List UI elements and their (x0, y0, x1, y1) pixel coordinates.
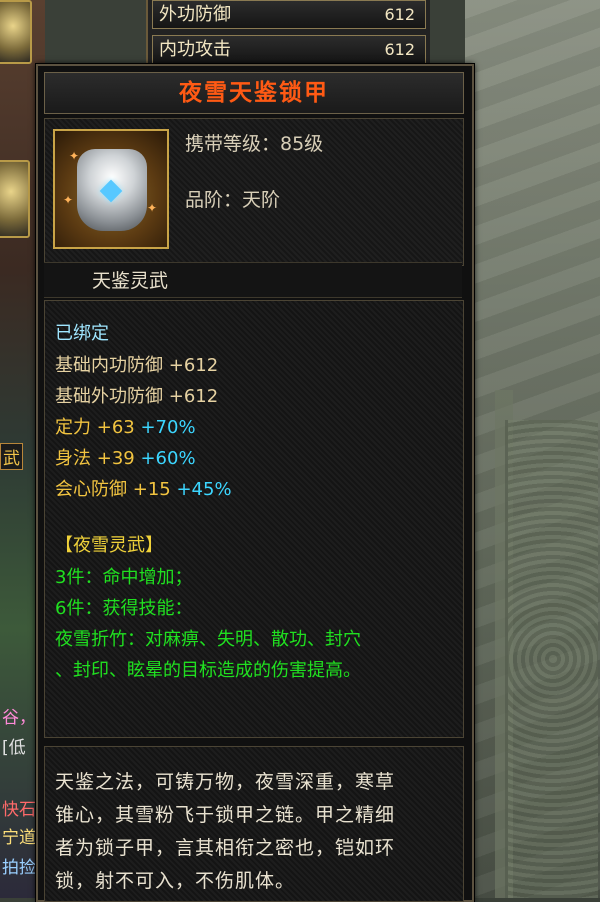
attribute-bonus: +70% (140, 417, 196, 438)
item-attributes: 已绑定 基础内功防御 +612 基础外功防御 +612 定力 +63 +70% … (44, 300, 464, 738)
item-skin-label: 天鉴灵武 (44, 262, 462, 298)
attribute-line: 会心防御 +15 +45% (55, 475, 232, 501)
item-title-bar: 夜雪天鉴锁甲 (44, 72, 464, 114)
background-text-fragment: 宁道 (2, 828, 36, 848)
base-stat-line: 基础内功防御 +612 (55, 351, 218, 377)
bound-status: 已绑定 (55, 323, 109, 344)
stat-row-internal-attack: 内功攻击 612 (152, 35, 426, 64)
armor-icon[interactable]: ✦ ✦ ✦ (53, 129, 169, 249)
attribute-name: 定力 (55, 417, 91, 438)
base-stat-name: 基础内功防御 (55, 355, 163, 376)
item-name: 夜雪天鉴锁甲 (179, 80, 329, 106)
set-bonus-line: 夜雪折竹：对麻痹、失明、散功、封穴 (55, 629, 361, 650)
base-stat-line: 基础外功防御 +612 (55, 382, 218, 408)
description-line: 者为锁子甲，言其相衔之密也，铠如环 (55, 837, 396, 859)
background-text-fragment: 快石 (2, 800, 36, 820)
sparkle-icon: ✦ (63, 193, 74, 207)
stone-carving (505, 420, 598, 898)
item-tooltip: 夜雪天鉴锁甲 ✦ ✦ ✦ 携带等级：85级 品阶：天阶 天鉴灵武 已绑定 基础内… (36, 64, 474, 902)
attribute-name: 身法 (55, 448, 91, 469)
set-name: 【夜雪灵武】 (55, 535, 163, 556)
attribute-bonus: +60% (140, 448, 196, 469)
attribute-value: +63 (96, 417, 135, 438)
attribute-value: +39 (96, 448, 135, 469)
attribute-bonus: +45% (176, 479, 232, 500)
stat-row-external-defense: 外功防御 612 (152, 0, 426, 29)
background-text-fragment: [低 (2, 738, 26, 758)
attribute-value: +15 (132, 479, 171, 500)
item-level: 携带等级：85级 (185, 133, 324, 155)
set-bonus-line: 、封印、眩晕的目标造成的伤害提高。 (55, 660, 361, 681)
sparkle-icon: ✦ (147, 201, 158, 215)
description-line: 锥心，其雪粉飞于锁甲之链。甲之精细 (55, 804, 396, 826)
stat-value: 612 (384, 5, 415, 24)
sparkle-icon: ✦ (69, 149, 80, 163)
stat-name: 外功防御 (159, 4, 231, 25)
set-bonus-line: 6件：获得技能： (55, 598, 193, 619)
background-text-fragment: 武 (0, 443, 23, 470)
item-header: ✦ ✦ ✦ 携带等级：85级 品阶：天阶 (44, 118, 464, 266)
inventory-slot-icon[interactable] (0, 160, 30, 238)
background-text-fragment: 拍捡 (2, 858, 36, 878)
stat-value: 612 (384, 40, 415, 59)
attribute-name: 会心防御 (55, 479, 127, 500)
base-stat-name: 基础外功防御 (55, 386, 163, 407)
description-line: 锁，射不可入，不伤肌体。 (55, 870, 296, 892)
skin-name: 天鉴灵武 (92, 270, 169, 292)
background-text-fragment: 谷， (2, 708, 36, 728)
character-stat-panel: 外功防御 612 内功攻击 612 (146, 0, 430, 66)
description-line: 天鉴之法，可铸万物，夜雪深重，寒草 (55, 771, 396, 793)
base-stat-value: +612 (168, 386, 219, 407)
item-grade: 品阶：天阶 (185, 189, 281, 211)
background-stone-floor (465, 0, 600, 898)
base-stat-value: +612 (168, 355, 219, 376)
attribute-line: 定力 +63 +70% (55, 413, 196, 439)
stat-name: 内功攻击 (159, 39, 231, 60)
item-description: 天鉴之法，可铸万物，夜雪深重，寒草 锥心，其雪粉飞于锁甲之链。甲之精细 者为锁子… (44, 746, 464, 902)
set-bonus-line: 3件：命中增加； (55, 567, 193, 588)
inventory-slot-icon[interactable] (0, 0, 32, 64)
attribute-line: 身法 +39 +60% (55, 444, 196, 470)
